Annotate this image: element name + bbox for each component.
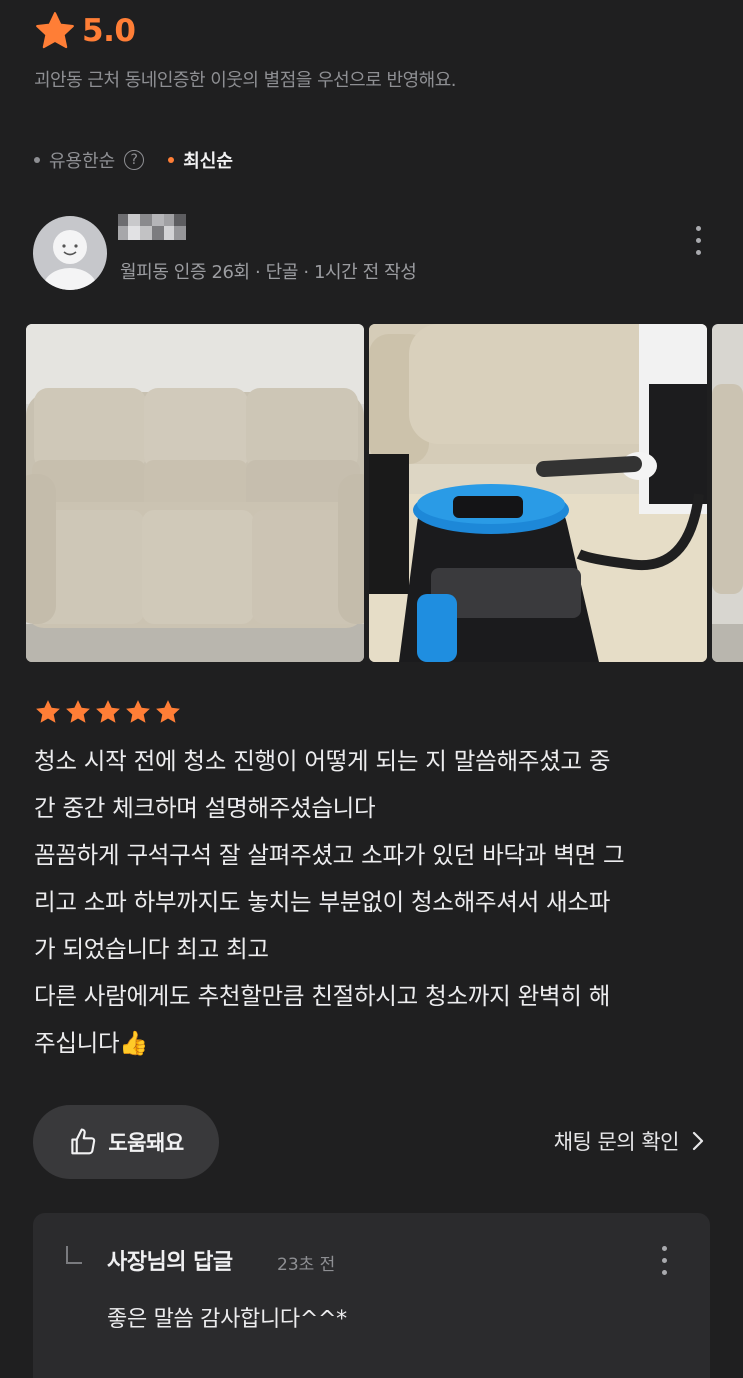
sort-helpful-label: 유용한순 xyxy=(49,151,116,172)
review-photo-third[interactable] xyxy=(712,324,743,662)
review-more-button[interactable] xyxy=(686,226,710,255)
question-circle-icon[interactable]: ? xyxy=(124,150,145,170)
reviewer-name-blurred[interactable] xyxy=(118,212,186,246)
more-vertical-icon xyxy=(695,226,701,231)
sort-latest-option[interactable]: 최신순 xyxy=(168,147,233,173)
review-text: 청소 시작 전에 청소 진행이 어떻게 되는 지 말씀해주셨고 중 간 중간 체… xyxy=(34,747,625,1057)
review-stars xyxy=(34,698,182,726)
reply-text: 좋은 말씀 감사합니다^^* xyxy=(107,1307,347,1332)
rating-value: 5.0 xyxy=(82,13,136,49)
review-photo-sofa[interactable] xyxy=(26,324,364,662)
chat-inquiry-link[interactable]: 채팅 문의 확인 xyxy=(554,1126,705,1156)
reply-author: 사장님의 답글 xyxy=(107,1250,233,1275)
sofa-photo-partial xyxy=(712,324,743,662)
avatar[interactable] xyxy=(33,216,107,290)
rating-summary: 5.0 xyxy=(34,10,136,52)
sort-helpful-option[interactable]: 유용한순 ? xyxy=(34,147,145,173)
sofa-photo xyxy=(26,324,364,662)
reply-time: 23초 전 xyxy=(277,1255,336,1275)
thumbs-up-icon xyxy=(71,1128,96,1155)
inactive-dot-icon xyxy=(34,157,40,163)
owner-reply-box xyxy=(33,1213,710,1378)
sort-options: 유용한순 ? 최신순 xyxy=(34,147,233,173)
chevron-right-icon xyxy=(692,1131,704,1151)
star-icon xyxy=(126,700,150,723)
reply-corner-icon xyxy=(66,1246,82,1264)
helpful-label: 도움돼요 xyxy=(108,1131,184,1155)
active-dot-icon xyxy=(168,157,175,163)
star-icon xyxy=(66,700,90,723)
sort-latest-label: 최신순 xyxy=(183,151,233,172)
rating-note: 괴안동 근처 동네인증한 이웃의 별점을 우선으로 반영해요. xyxy=(34,70,457,91)
reply-more-button[interactable] xyxy=(652,1246,676,1275)
star-icon xyxy=(36,700,60,723)
chat-link-label: 채팅 문의 확인 xyxy=(553,1130,680,1154)
star-icon xyxy=(156,700,180,723)
star-icon xyxy=(96,700,120,723)
reviewer-meta: 월피동 인증 26회 · 단골 · 1시간 전 작성 xyxy=(120,262,417,283)
more-vertical-icon xyxy=(661,1246,667,1251)
star-icon xyxy=(36,12,74,49)
review-photo-cleaning[interactable] xyxy=(369,324,707,662)
default-avatar-icon xyxy=(43,230,97,290)
cleaning-photo xyxy=(369,324,707,662)
helpful-button[interactable]: 도움돼요 xyxy=(33,1105,219,1179)
